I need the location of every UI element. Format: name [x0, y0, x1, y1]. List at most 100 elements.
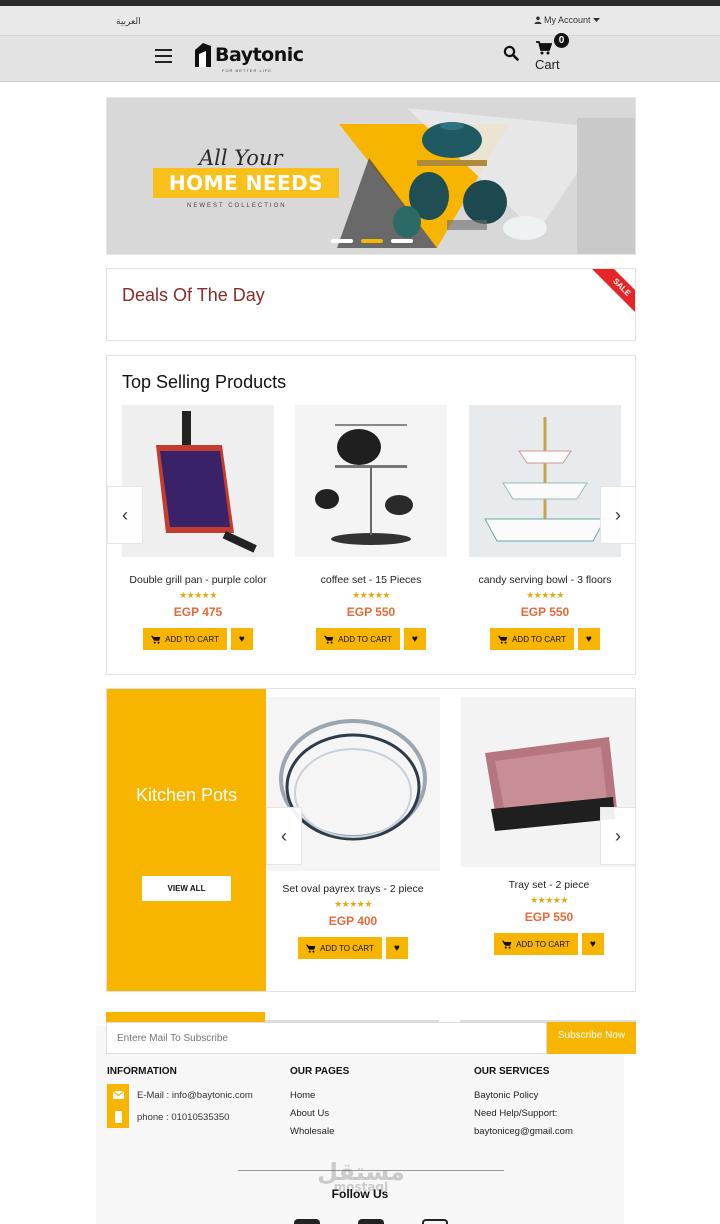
wishlist-heart-button[interactable]: ♥	[403, 628, 426, 650]
footer-email-text: E-Mail : info@baytonic.com	[137, 1089, 253, 1101]
footer-phone[interactable]: phone : 01010535350	[107, 1106, 229, 1128]
banner-subline: NEWEST COLLECTION	[187, 203, 287, 209]
footer-link-wholesale[interactable]: Wholesale	[290, 1126, 334, 1137]
sale-ribbon: SALE	[592, 269, 635, 312]
banner-dot[interactable]	[391, 239, 413, 243]
deals-title: Deals Of The Day	[122, 285, 265, 305]
footer-phone-text: phone : 01010535350	[137, 1111, 230, 1123]
product-card[interactable]: Double grill pan - purple color ★★★★★ EG…	[122, 405, 274, 650]
carousel-prev-button[interactable]: ‹	[107, 486, 143, 544]
banner-script-text: All Your	[199, 146, 283, 170]
product-card[interactable]: candy serving bowl - 3 floors ★★★★★ EGP …	[469, 405, 621, 650]
my-account-label: My Account	[544, 15, 591, 25]
support-label: Need Help/Support:	[474, 1108, 558, 1119]
product-price: EGP 550	[524, 910, 574, 924]
carousel-next-button[interactable]: ›	[600, 486, 636, 544]
product-name[interactable]: Double grill pan - purple color	[122, 574, 274, 586]
wishlist-heart-button[interactable]: ♥	[385, 937, 408, 959]
add-to-cart-button[interactable]: ADD TO CART	[143, 628, 227, 650]
top-selling-section: Top Selling Products Double grill pan - …	[106, 355, 636, 675]
rating-stars: ★★★★★	[179, 590, 217, 600]
information-heading: INFORMATION	[107, 1066, 177, 1077]
cart-icon	[498, 635, 508, 644]
chevron-right-icon: ›	[615, 825, 621, 846]
logo[interactable]: Baytonic FOR BETTER LIFE	[194, 42, 304, 73]
product-price: EGP 400	[328, 914, 378, 928]
product-card[interactable]: coffee set - 15 Pieces ★★★★★ EGP 550 ADD…	[295, 405, 447, 650]
mobile-phone-icon	[107, 1106, 129, 1128]
add-to-cart-button[interactable]: ADD TO CART	[494, 933, 578, 955]
product-image-grill-pan	[122, 405, 274, 557]
product-image-coffee-set	[295, 405, 447, 557]
deals-of-the-day-section: Deals Of The Day SALE	[106, 268, 636, 341]
my-account-menu[interactable]: My Account	[534, 15, 600, 25]
product-price: EGP 475	[173, 605, 223, 619]
newsletter-subscribe: Subscribe Now	[106, 1022, 636, 1054]
product-name[interactable]: Tray set - 2 piece	[461, 879, 635, 891]
product-image-candy-bowl	[469, 405, 621, 557]
footer-link-about-us[interactable]: About Us	[290, 1108, 329, 1119]
chevron-right-icon: ›	[615, 504, 621, 525]
view-all-button[interactable]: VIEW ALL	[142, 876, 231, 901]
add-to-cart-label: ADD TO CART	[165, 634, 219, 644]
cart-icon	[536, 41, 552, 55]
wishlist-heart-button[interactable]: ♥	[581, 933, 604, 955]
category-title: Kitchen Pots	[135, 785, 238, 805]
cart-icon	[151, 635, 161, 644]
subscribe-email-input[interactable]	[106, 1022, 547, 1054]
heart-icon: ♥	[585, 633, 592, 645]
rating-stars: ★★★★★	[352, 590, 390, 600]
add-to-cart-button[interactable]: ADD TO CART	[298, 937, 382, 959]
carousel-prev-button[interactable]: ‹	[266, 807, 302, 865]
caret-down-icon	[592, 17, 600, 22]
footer-link-home[interactable]: Home	[290, 1090, 315, 1101]
our-services-heading: OUR SERVICES	[474, 1066, 550, 1077]
add-to-cart-button[interactable]: ADD TO CART	[490, 628, 574, 650]
category-panel: Kitchen Pots VIEW ALL	[107, 689, 266, 991]
logo-tagline: FOR BETTER LIFE	[222, 68, 272, 73]
heart-icon: ♥	[411, 633, 418, 645]
hero-banner[interactable]: All Your HOME NEEDS NEWEST COLLECTION	[106, 97, 636, 255]
product-name[interactable]: candy serving bowl - 3 floors	[469, 574, 621, 586]
carousel-next-button[interactable]: ›	[600, 807, 635, 865]
footer-email[interactable]: E-Mail : info@baytonic.com	[107, 1084, 253, 1106]
language-switch[interactable]: العربية	[116, 16, 141, 27]
cart-icon	[502, 940, 512, 949]
chevron-left-icon: ‹	[122, 504, 128, 525]
cart-button[interactable]: 0 Cart	[534, 33, 574, 76]
heart-icon: ♥	[238, 633, 245, 645]
logo-wordmark: Baytonic	[215, 44, 304, 66]
envelope-icon	[107, 1084, 129, 1106]
subscribe-button[interactable]: Subscribe Now	[547, 1022, 636, 1054]
banner-pot-image	[393, 122, 547, 240]
instagram-icon[interactable]	[422, 1219, 448, 1224]
banner-dot-active[interactable]	[361, 239, 383, 243]
add-to-cart-button[interactable]: ADD TO CART	[316, 628, 400, 650]
facebook-icon[interactable]	[294, 1219, 320, 1224]
support-email-link[interactable]: baytoniceg@gmail.com	[474, 1126, 573, 1137]
product-price: EGP 550	[520, 605, 570, 619]
product-name[interactable]: coffee set - 15 Pieces	[295, 574, 447, 586]
twitter-icon[interactable]	[358, 1219, 384, 1224]
heart-icon: ♥	[393, 942, 400, 954]
rating-stars: ★★★★★	[526, 590, 564, 600]
add-to-cart-label: ADD TO CART	[512, 634, 566, 644]
rating-stars: ★★★★★	[334, 899, 372, 909]
chevron-left-icon: ‹	[281, 825, 287, 846]
logo-house-icon	[195, 43, 211, 67]
cart-label: Cart	[535, 57, 560, 72]
cart-count-badge: 0	[554, 33, 569, 48]
cart-icon	[324, 635, 334, 644]
footer-link-policy[interactable]: Baytonic Policy	[474, 1090, 538, 1101]
wishlist-heart-button[interactable]: ♥	[230, 628, 253, 650]
wishlist-heart-button[interactable]: ♥	[577, 628, 600, 650]
product-name[interactable]: Set oval payrex trays - 2 piece	[266, 883, 440, 895]
cart-icon	[306, 944, 316, 953]
search-icon[interactable]	[503, 45, 519, 61]
banner-dot[interactable]	[331, 239, 353, 243]
our-pages-heading: OUR PAGES	[290, 1066, 350, 1077]
banner-pagination	[331, 239, 413, 243]
add-to-cart-label: ADD TO CART	[320, 943, 374, 953]
top-bar: العربية My Account	[0, 6, 720, 36]
hamburger-menu-icon[interactable]	[155, 49, 172, 63]
